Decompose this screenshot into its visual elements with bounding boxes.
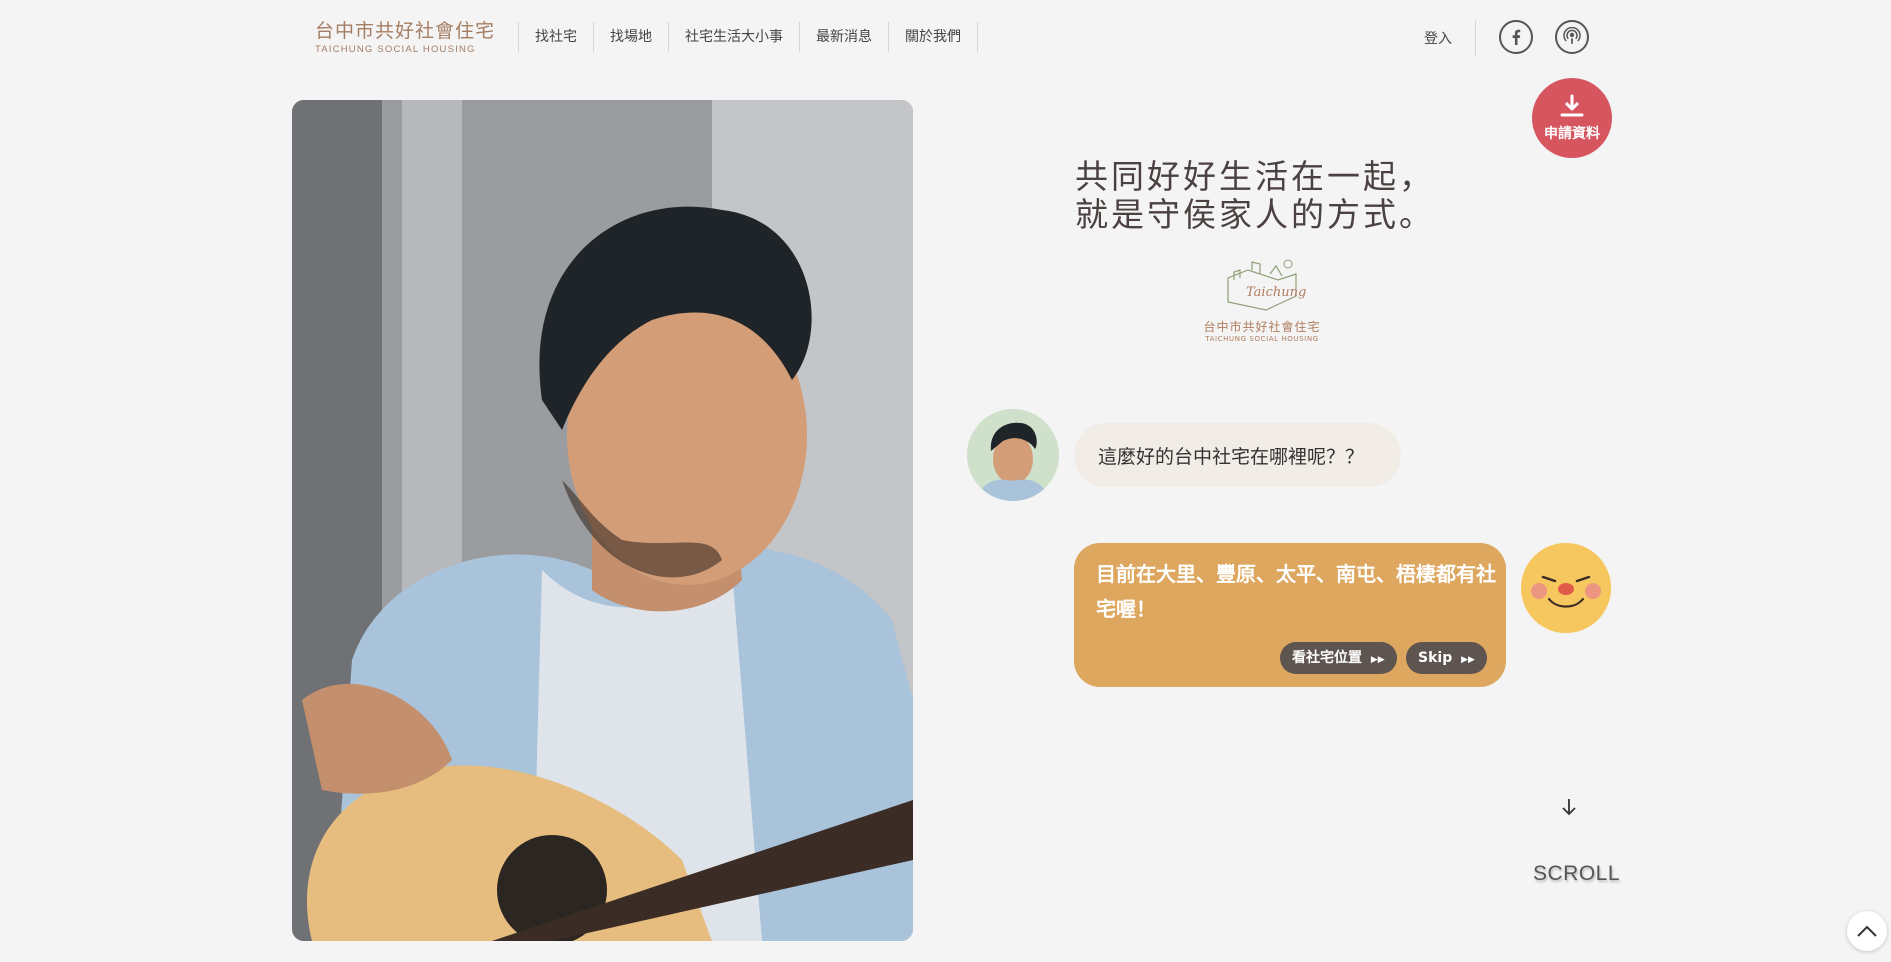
avatar [967, 409, 1059, 501]
hero-photo [292, 100, 913, 941]
arrow-down-icon [1560, 797, 1578, 823]
podcast-icon[interactable] [1555, 20, 1589, 54]
double-chevron-right-icon: ▶▶ [1370, 655, 1385, 665]
taichung-housing-emblem: Taichung 台中市共好社會住宅 TAICHUNG SOCIAL HOUSI… [1200, 252, 1324, 348]
back-to-top-button[interactable] [1847, 911, 1887, 951]
site-logo[interactable]: 台中市共好社會住宅 TAICHUNG SOCIAL HOUSING [315, 20, 496, 56]
scroll-label[interactable]: SCROLL [1533, 862, 1620, 886]
view-location-button[interactable]: 看社宅位置 ▶▶ [1280, 642, 1397, 674]
emblem-english: TAICHUNG SOCIAL HOUSING [1205, 335, 1319, 343]
nav-item-find-housing[interactable]: 找社宅 [519, 22, 594, 52]
apply-materials-label: 申請資料 [1544, 126, 1600, 142]
double-chevron-right-icon: ▶▶ [1461, 655, 1475, 665]
smiley-avatar-icon [1521, 543, 1611, 633]
headline-line-1: 共同好好生活在一起， [1075, 157, 1435, 196]
download-icon [1560, 94, 1584, 117]
skip-button[interactable]: Skip ▶▶ [1406, 642, 1487, 674]
skip-label: Skip [1418, 650, 1453, 666]
nav-item-find-venue[interactable]: 找場地 [594, 22, 669, 52]
nav-item-about[interactable]: 關於我們 [889, 22, 978, 52]
headline-line-2: 就是守侯家人的方式。 [1075, 195, 1435, 234]
main-nav: 找社宅 找場地 社宅生活大小事 最新消息 關於我們 [518, 22, 978, 52]
view-location-label: 看社宅位置 [1292, 650, 1362, 666]
facebook-icon[interactable] [1499, 20, 1533, 54]
emblem-script: Taichung [1246, 285, 1306, 300]
chevron-up-icon [1857, 925, 1877, 937]
logo-english: TAICHUNG SOCIAL HOUSING [315, 44, 476, 55]
login-link[interactable]: 登入 [1424, 28, 1452, 48]
header-divider [1475, 20, 1476, 56]
nav-item-news[interactable]: 最新消息 [800, 22, 889, 52]
building-sketch-icon: Taichung [1227, 259, 1306, 311]
logo-chinese: 台中市共好社會住宅 [315, 20, 496, 42]
emblem-chinese: 台中市共好社會住宅 [1203, 320, 1321, 334]
nav-item-housing-life[interactable]: 社宅生活大小事 [669, 22, 800, 52]
chat-question-bubble: 這麼好的台中社宅在哪裡呢？？ [1074, 423, 1401, 487]
chat-answer-bubble: 目前在大里、豐原、太平、南屯、梧棲都有社宅喔！ 看社宅位置 ▶▶ Skip ▶▶ [1074, 543, 1506, 687]
hero-headline: 共同好好生活在一起， 就是守侯家人的方式。 [1075, 158, 1435, 234]
apply-materials-button[interactable]: 申請資料 [1532, 78, 1612, 158]
chat-answer-text: 目前在大里、豐原、太平、南屯、梧棲都有社宅喔！ [1096, 562, 1496, 621]
